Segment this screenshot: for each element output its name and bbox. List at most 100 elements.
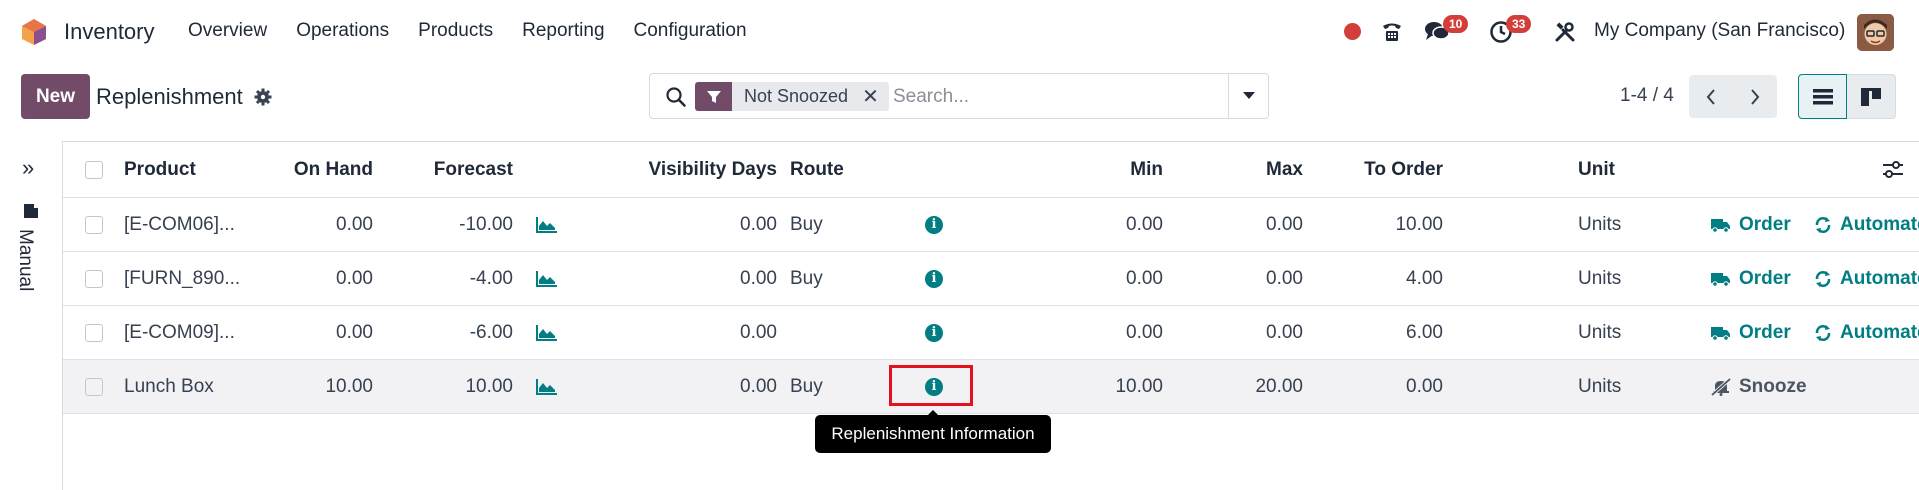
to-order-cell[interactable]: 4.00: [1303, 252, 1443, 305]
to-order-cell[interactable]: 6.00: [1303, 306, 1443, 359]
area-chart-icon[interactable]: [536, 378, 558, 395]
info-icon[interactable]: i: [925, 215, 943, 234]
forecast-cell: -6.00: [469, 321, 513, 343]
info-icon[interactable]: i: [925, 269, 943, 288]
max-cell[interactable]: 0.00: [1203, 252, 1303, 305]
header-forecast[interactable]: Forecast: [383, 142, 513, 197]
list-view-button[interactable]: [1798, 74, 1847, 119]
filter-facet: Not Snoozed ✕: [695, 82, 889, 111]
row-checkbox[interactable]: [85, 377, 103, 396]
table-row[interactable]: [E-COM09]... 0.00 -6.00 0.00 i 0.00 0.00…: [63, 306, 1919, 360]
route-cell: Buy: [790, 213, 823, 235]
table-header: Product On Hand Forecast Visibility Days…: [63, 142, 1919, 198]
chevron-right-icon: [1751, 88, 1760, 105]
area-chart-icon[interactable]: [536, 270, 558, 287]
recording-status-icon[interactable]: [1344, 23, 1361, 40]
min-cell[interactable]: 0.00: [1063, 252, 1163, 305]
table-row[interactable]: [FURN_890... 0.00 -4.00 0.00 Buy i 0.00 …: [63, 252, 1919, 306]
expand-side-panel-icon[interactable]: »: [22, 155, 34, 181]
area-chart-icon[interactable]: [536, 216, 558, 233]
automate-button[interactable]: Automate: [1814, 198, 1919, 251]
header-route[interactable]: Route: [790, 142, 844, 197]
inventory-app-logo[interactable]: [20, 18, 48, 46]
forecast-cell: 10.00: [465, 375, 513, 397]
pager-next-button[interactable]: [1733, 75, 1777, 118]
pager-value[interactable]: 1-4 / 4: [1620, 85, 1674, 107]
visibility-days-cell: 0.00: [740, 375, 777, 397]
product-cell[interactable]: [FURN_890...: [124, 252, 240, 305]
row-checkbox[interactable]: [85, 323, 103, 342]
search-icon[interactable]: [665, 86, 687, 108]
header-max[interactable]: Max: [1203, 142, 1303, 197]
tooltip: Replenishment Information: [815, 415, 1051, 453]
select-all-checkbox[interactable]: [85, 160, 103, 179]
info-icon[interactable]: i: [925, 323, 943, 342]
product-cell[interactable]: [E-COM06]...: [124, 198, 235, 251]
truck-icon: [1711, 326, 1730, 341]
max-cell[interactable]: 0.00: [1203, 198, 1303, 251]
side-panel-category-manual[interactable]: Manual: [14, 229, 36, 291]
kanban-view-button[interactable]: [1847, 74, 1896, 119]
search-side-panel: » Manual: [0, 141, 63, 490]
caret-down-icon: [1242, 92, 1255, 99]
app-name[interactable]: Inventory: [64, 19, 155, 45]
refresh-icon: [1815, 216, 1831, 233]
min-cell[interactable]: 0.00: [1063, 306, 1163, 359]
menu-products[interactable]: Products: [418, 20, 493, 42]
filter-facet-label: Not Snoozed: [744, 86, 849, 106]
visibility-days-cell: 0.00: [740, 321, 777, 343]
user-avatar[interactable]: [1857, 14, 1894, 51]
on-hand-cell: 0.00: [336, 213, 373, 235]
optional-columns-icon[interactable]: [1883, 160, 1903, 179]
new-button[interactable]: New: [21, 74, 90, 119]
menu-operations[interactable]: Operations: [296, 20, 389, 42]
snooze-button[interactable]: Snooze: [1711, 360, 1807, 413]
order-button[interactable]: Order: [1711, 252, 1791, 305]
chevron-left-icon: [1706, 88, 1715, 105]
search-options-toggle[interactable]: [1228, 74, 1268, 118]
company-switcher[interactable]: My Company (San Francisco): [1594, 20, 1845, 42]
max-cell[interactable]: 20.00: [1203, 360, 1303, 413]
header-visibility-days[interactable]: Visibility Days: [613, 142, 778, 197]
order-button[interactable]: Order: [1711, 306, 1791, 359]
bell-slash-icon: [1711, 377, 1731, 396]
menu-overview[interactable]: Overview: [188, 20, 267, 42]
on-hand-cell: 0.00: [336, 321, 373, 343]
phone-icon[interactable]: [1380, 20, 1404, 44]
page-title: Replenishment: [96, 84, 243, 109]
to-order-cell[interactable]: 10.00: [1303, 198, 1443, 251]
area-chart-icon[interactable]: [536, 324, 558, 341]
truck-icon: [1711, 218, 1730, 233]
table-row[interactable]: Lunch Box 10.00 10.00 0.00 Buy i 10.00 2…: [63, 360, 1919, 414]
header-on-hand[interactable]: On Hand: [243, 142, 373, 197]
max-cell[interactable]: 0.00: [1203, 306, 1303, 359]
product-cell[interactable]: [E-COM09]...: [124, 306, 235, 359]
refresh-icon: [1815, 324, 1831, 341]
forecast-cell: -4.00: [469, 267, 513, 289]
header-unit[interactable]: Unit: [1578, 142, 1615, 197]
menu-reporting[interactable]: Reporting: [522, 20, 604, 42]
min-cell[interactable]: 10.00: [1063, 360, 1163, 413]
to-order-cell[interactable]: 0.00: [1303, 360, 1443, 413]
gear-icon[interactable]: [254, 88, 272, 106]
search-input[interactable]: [893, 82, 1223, 111]
automate-button[interactable]: Automate: [1814, 306, 1919, 359]
remove-facet-icon[interactable]: ✕: [862, 84, 879, 109]
unit-cell: Units: [1578, 321, 1622, 343]
debug-tools-icon[interactable]: [1554, 21, 1576, 43]
header-to-order[interactable]: To Order: [1303, 142, 1443, 197]
activities-count-badge: 33: [1506, 15, 1532, 33]
automate-button[interactable]: Automate: [1814, 252, 1919, 305]
category-folder-icon: [24, 204, 38, 218]
row-checkbox[interactable]: [85, 269, 103, 288]
pager-previous-button[interactable]: [1689, 75, 1733, 118]
order-button[interactable]: Order: [1711, 198, 1791, 251]
product-cell[interactable]: Lunch Box: [124, 360, 214, 413]
on-hand-cell: 0.00: [336, 267, 373, 289]
table-row[interactable]: [E-COM06]... 0.00 -10.00 0.00 Buy i 0.00…: [63, 198, 1919, 252]
row-checkbox[interactable]: [85, 215, 103, 234]
menu-configuration[interactable]: Configuration: [634, 20, 747, 42]
min-cell[interactable]: 0.00: [1063, 198, 1163, 251]
header-product[interactable]: Product: [124, 142, 196, 197]
header-min[interactable]: Min: [1063, 142, 1163, 197]
